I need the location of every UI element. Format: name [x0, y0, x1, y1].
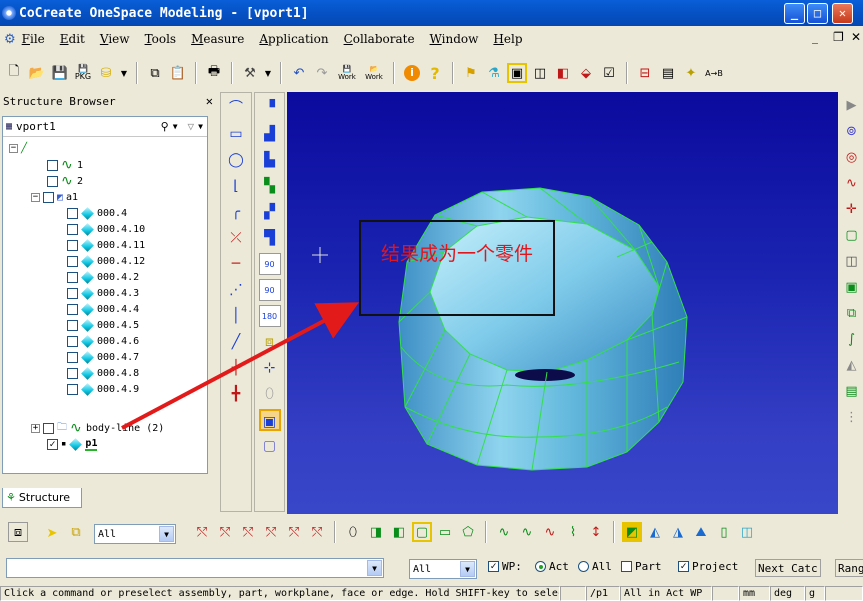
status-spacer2	[712, 586, 739, 601]
curve-green2-icon[interactable]: ∿	[517, 522, 537, 542]
square-green-icon[interactable]: ▢	[842, 226, 862, 246]
select-mode2-icon[interactable]: ⤲	[215, 522, 235, 542]
select-filter-icon[interactable]: ⧉	[66, 522, 86, 542]
part-label: Part	[635, 560, 662, 573]
mountain-icon[interactable]: ⛰	[691, 522, 711, 542]
selection-toolbar: ⧈ ➤ ⧉ All ▼ ⤲ ⤲ ⤲ ⤲ ⤲ ⤲ ⬯ ◨ ◧ ▢ ▭ ⬠ ∿ ∿ …	[0, 517, 863, 547]
status-part: /p1	[586, 586, 620, 601]
curve-red-icon[interactable]: ∿	[540, 522, 560, 542]
face-green-icon[interactable]: ◨	[366, 522, 386, 542]
project-label: Project	[692, 560, 739, 573]
right-toolbar: ▶ ⊚ ◎ ∿ ✛ ▢ ◫ ▣ ⧉ ∫ ◭ ▤ ⋮	[840, 90, 863, 515]
project-option[interactable]: ✓ Project	[678, 560, 738, 573]
more-icon[interactable]: ⋮	[842, 408, 862, 428]
part-option[interactable]: Part	[621, 560, 662, 573]
pillar-icon[interactable]: ▯	[714, 522, 734, 542]
all-option[interactable]: All	[578, 560, 612, 573]
box-view-icon[interactable]: ▣	[842, 278, 862, 298]
all-label: All	[592, 560, 612, 573]
status-prompt: Click a command or preselect assembly, p…	[0, 586, 560, 601]
status-workplane: All in Act WP	[620, 586, 712, 601]
selection-modes: ⤲ ⤲ ⤲ ⤲ ⤲ ⤲ ⬯ ◨ ◧ ▢ ▭ ⬠ ∿ ∿ ∿ ⌇ ↕ ◩ ◭ ◮ …	[192, 521, 757, 543]
status-unit-angle: deg	[770, 586, 805, 601]
command-row: ▼ All ▼ ✓ WP: Act All Part ✓ Project Nex…	[0, 556, 863, 582]
part-checkbox[interactable]	[621, 561, 632, 572]
chevron-down-icon[interactable]: ▼	[460, 561, 475, 577]
cross-tool-icon[interactable]: ✛	[842, 200, 862, 220]
window-icon[interactable]: ◫	[842, 252, 862, 272]
wp-option[interactable]: ✓ WP:	[488, 560, 522, 573]
surface-icon[interactable]: ⌇	[563, 522, 583, 542]
curve-green-icon[interactable]: ∿	[494, 522, 514, 542]
wp-checkbox[interactable]: ✓	[488, 561, 499, 572]
act-option[interactable]: Act	[535, 560, 569, 573]
panel-icon[interactable]: ▤	[842, 382, 862, 402]
all-radio[interactable]	[578, 561, 589, 572]
range-label: Rang	[838, 561, 863, 575]
select-mode3-icon[interactable]: ⤲	[238, 522, 258, 542]
project-checkbox[interactable]: ✓	[678, 561, 689, 572]
status-spacer	[560, 586, 586, 601]
filter2-select[interactable]: All ▼	[409, 559, 477, 579]
chevron-down-icon[interactable]: ▼	[159, 526, 174, 542]
status-unit-mass: g	[805, 586, 825, 601]
light-icon[interactable]: ◭	[842, 356, 862, 376]
next-catch-button[interactable]: Next Catc	[755, 559, 821, 577]
command-input[interactable]: ▼	[6, 558, 384, 578]
select-mode1-icon[interactable]: ⤲	[192, 522, 212, 542]
curve-icon[interactable]: ∫	[842, 330, 862, 350]
square-select-icon[interactable]: ▢	[412, 522, 432, 542]
poly-select-icon[interactable]: ⬠	[458, 522, 478, 542]
status-bar: Click a command or preselect assembly, p…	[0, 586, 863, 601]
callout-arrow	[121, 302, 360, 430]
act-label: Act	[549, 560, 569, 573]
camera-icon[interactable]: ◎	[842, 148, 862, 168]
face-green2-icon[interactable]: ◧	[389, 522, 409, 542]
box-view2-icon[interactable]: ⧉	[842, 304, 862, 324]
status-spacer3	[825, 586, 863, 601]
wp-label: WP:	[502, 560, 522, 573]
select-mode6-icon[interactable]: ⤲	[307, 522, 327, 542]
panel2-icon[interactable]: ◫	[737, 522, 757, 542]
vertical-arrow-icon[interactable]: ↕	[586, 522, 606, 542]
filter2-value: All	[413, 563, 432, 575]
act-radio[interactable]	[535, 561, 546, 572]
cylinder-select-icon[interactable]: ⬯	[343, 522, 363, 542]
pointer-icon[interactable]: ➤	[42, 523, 62, 543]
filter-value: All	[98, 528, 117, 540]
rotate-view-icon[interactable]: ⊚	[842, 122, 862, 142]
select-box-icon[interactable]: ⧈	[8, 522, 28, 542]
select-mode4-icon[interactable]: ⤲	[261, 522, 281, 542]
next-catch-label: Next Catc	[758, 561, 818, 575]
terrain2-icon[interactable]: ◮	[668, 522, 688, 542]
chevron-down-icon[interactable]: ▼	[367, 560, 382, 576]
rect-select-icon[interactable]: ▭	[435, 522, 455, 542]
status-unit-length: mm	[739, 586, 770, 601]
select-mode5-icon[interactable]: ⤲	[284, 522, 304, 542]
play-icon[interactable]: ▶	[842, 96, 862, 116]
range-button[interactable]: Rang	[835, 559, 863, 577]
assembly-select-icon[interactable]: ◩	[622, 522, 642, 542]
filter-select[interactable]: All ▼	[94, 524, 176, 544]
terrain-icon[interactable]: ◭	[645, 522, 665, 542]
wave-tool-icon[interactable]: ∿	[842, 174, 862, 194]
